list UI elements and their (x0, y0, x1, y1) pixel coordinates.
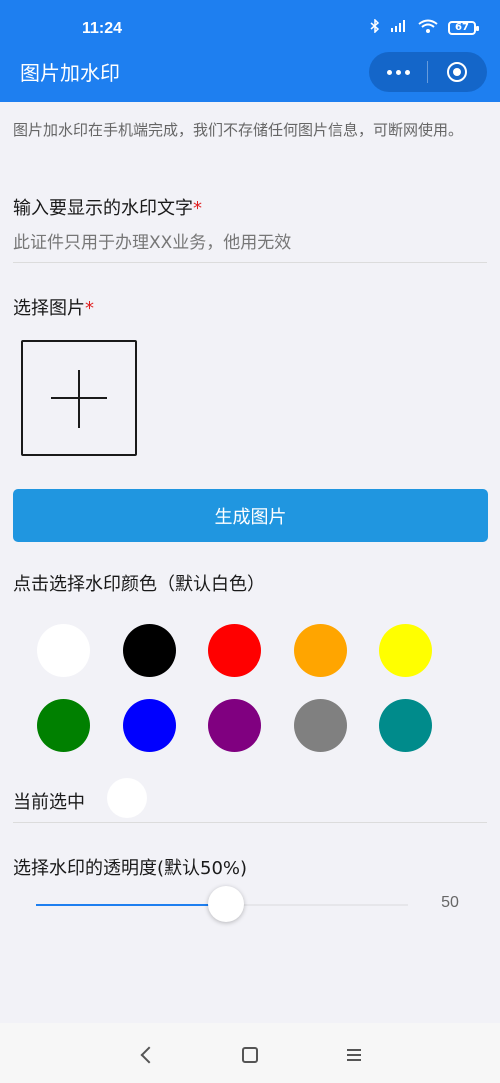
color-swatch[interactable] (293, 699, 347, 752)
color-swatch[interactable] (208, 624, 261, 677)
watermark-text-label-text: 输入要显示的水印文字 (13, 198, 193, 219)
color-swatch[interactable] (379, 624, 432, 677)
add-image-button[interactable] (21, 340, 137, 456)
required-mark: * (193, 198, 202, 219)
color-swatch[interactable] (208, 699, 261, 752)
divider (13, 262, 487, 263)
miniprogram-capsule (369, 52, 487, 92)
page-title: 图片加水印 (20, 61, 120, 85)
back-icon[interactable] (134, 1043, 164, 1067)
plus-icon-stem (78, 370, 80, 428)
opacity-label: 选择水印的透明度(默认50%) (13, 858, 248, 879)
generate-image-button[interactable]: 生成图片 (13, 489, 488, 542)
intro-text: 图片加水印在手机端完成，我们不存储任何图片信息，可断网使用。 (13, 121, 464, 139)
close-target-icon[interactable] (428, 52, 486, 92)
watermark-text-label: 输入要显示的水印文字* (13, 194, 202, 220)
opacity-slider-thumb[interactable] (208, 886, 244, 922)
color-swatch[interactable] (37, 699, 90, 752)
home-icon[interactable] (235, 1043, 265, 1067)
opacity-slider-track[interactable] (228, 904, 408, 906)
color-picker-label: 点击选择水印颜色（默认白色） (13, 574, 265, 595)
image-select-label: 选择图片* (13, 294, 94, 320)
color-swatch[interactable] (37, 624, 90, 677)
color-swatch[interactable] (293, 624, 347, 677)
opacity-slider-fill (36, 904, 228, 906)
menu-icon[interactable] (339, 1043, 369, 1067)
image-select-label-text: 选择图片 (13, 298, 85, 319)
bluetooth-icon (370, 18, 380, 36)
status-time: 11:24 (82, 20, 123, 37)
signal-icon (390, 19, 408, 36)
divider (13, 822, 487, 823)
system-nav-bar (0, 1023, 500, 1083)
color-swatch[interactable] (122, 624, 176, 677)
status-icons: 67 (370, 18, 479, 36)
watermark-text-input[interactable] (13, 226, 487, 260)
wifi-icon (418, 19, 438, 36)
more-dots-icon[interactable] (369, 52, 427, 92)
status-bar: 11:24 67 (0, 0, 500, 58)
color-swatch[interactable] (379, 699, 432, 752)
required-mark: * (85, 298, 94, 319)
battery-icon: 67 (448, 20, 479, 35)
current-color-swatch (107, 778, 147, 818)
current-color-label: 当前选中 (13, 792, 85, 813)
nav-bar: 图片加水印 (0, 52, 500, 102)
color-swatch[interactable] (122, 699, 176, 752)
opacity-value: 50 (441, 894, 459, 911)
